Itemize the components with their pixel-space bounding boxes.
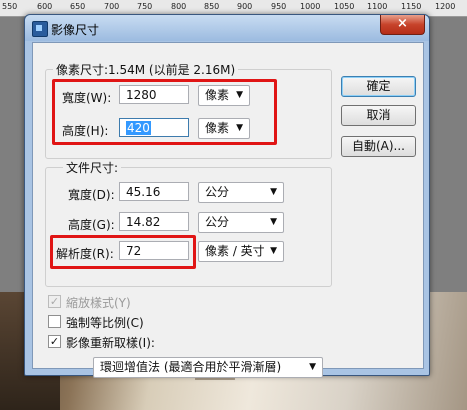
app-icon	[32, 21, 48, 37]
doc-width-label: 寬度(D):	[68, 188, 115, 202]
resolution-unit-select[interactable]: 像素 / 英寸 ▼	[198, 241, 284, 262]
ruler-tick: 1050	[334, 2, 355, 11]
scale-styles-checkbox[interactable]: ✓	[48, 295, 61, 308]
dialog-title: 影像尺寸	[51, 23, 100, 37]
doc-width-unit: 公分	[205, 185, 230, 199]
chevron-down-icon: ▼	[270, 246, 277, 256]
highlight-box	[50, 235, 196, 269]
ruler-tick: 900	[237, 2, 253, 11]
doc-height-unit: 公分	[205, 215, 230, 229]
chevron-down-icon: ▼	[309, 362, 316, 372]
ruler-tick: 650	[70, 2, 86, 11]
doc-height-label: 高度(G):	[68, 218, 115, 232]
ruler-tick: 1100	[367, 2, 388, 11]
resample-method-value: 環迴增值法 (最適合用於平滑漸層)	[100, 360, 282, 374]
doc-width-unit-select[interactable]: 公分 ▼	[198, 182, 284, 203]
ruler-tick: 1200	[435, 2, 456, 11]
ruler-tick: 1150	[401, 2, 422, 11]
ruler-tick: 1000	[300, 2, 321, 11]
constrain-proportions-checkbox[interactable]	[48, 315, 61, 328]
ruler-tick: 600	[37, 2, 53, 11]
resample-checkbox[interactable]: ✓	[48, 335, 61, 348]
dialog-body: 像素尺寸:1.54M (以前是 2.16M) 寬度(W): 1280 像素 ▼ …	[32, 42, 424, 378]
ruler-tick: 800	[171, 2, 187, 11]
ruler-tick: 700	[104, 2, 120, 11]
cancel-button[interactable]: 取消	[341, 105, 416, 126]
ok-button[interactable]: 確定	[341, 76, 416, 97]
pixel-dimensions-header: 像素尺寸:1.54M (以前是 2.16M)	[53, 61, 239, 78]
doc-height-unit-select[interactable]: 公分 ▼	[198, 212, 284, 233]
resample-method-select[interactable]: 環迴增值法 (最適合用於平滑漸層) ▼	[93, 357, 323, 378]
chevron-down-icon: ▼	[270, 217, 277, 227]
constrain-proportions-label: 強制等比例(C)	[66, 316, 144, 330]
doc-width-input[interactable]: 45.16	[119, 182, 189, 201]
close-button[interactable]: ×	[380, 15, 425, 35]
resample-label: 影像重新取樣(I):	[66, 336, 155, 350]
auto-button[interactable]: 自動(A)...	[341, 136, 416, 157]
resolution-unit: 像素 / 英寸	[205, 244, 265, 258]
chevron-down-icon: ▼	[270, 187, 277, 197]
doc-height-input[interactable]: 14.82	[119, 212, 189, 231]
image-size-dialog: 影像尺寸 × 像素尺寸:1.54M (以前是 2.16M) 寬度(W): 128…	[24, 14, 430, 378]
ruler-tick: 750	[137, 2, 153, 11]
highlight-box	[52, 79, 277, 145]
ruler-tick: 950	[271, 2, 287, 11]
ruler-tick: 850	[204, 2, 220, 11]
dialog-titlebar[interactable]: 影像尺寸 ×	[25, 15, 429, 41]
document-size-header: 文件尺寸:	[63, 159, 122, 176]
scale-styles-label: 縮放樣式(Y)	[66, 296, 131, 310]
ruler-tick: 550	[2, 2, 18, 11]
